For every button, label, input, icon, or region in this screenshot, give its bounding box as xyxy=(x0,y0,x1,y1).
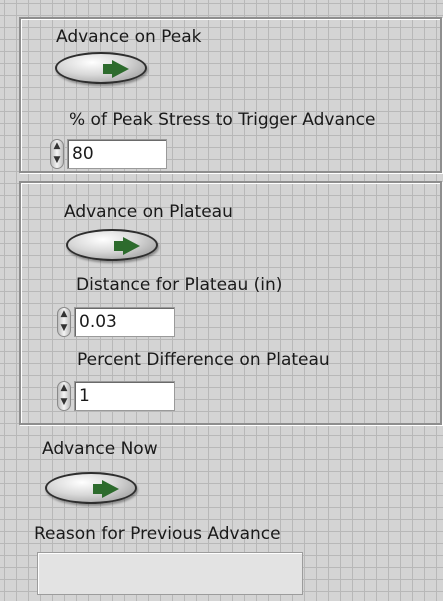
plateau-distance-label: Distance for Plateau (in) xyxy=(76,275,283,295)
up-down-arrows-icon[interactable]: ▲ ▼ xyxy=(57,307,71,337)
green-right-arrow-icon xyxy=(93,480,119,498)
peak-stress-trigger-label: % of Peak Stress to Trigger Advance xyxy=(69,110,376,130)
advance-on-plateau-label: Advance on Plateau xyxy=(64,202,233,222)
front-panel: Advance on Peak % of Peak Stress to Trig… xyxy=(0,0,443,601)
plateau-percent-difference-label: Percent Difference on Plateau xyxy=(77,350,330,370)
advance-on-peak-toggle[interactable] xyxy=(55,52,147,84)
previous-advance-reason-indicator xyxy=(37,552,303,595)
plateau-percent-difference-field[interactable]: 1 xyxy=(74,381,175,411)
advance-on-plateau-toggle[interactable] xyxy=(66,229,158,261)
advance-on-peak-label: Advance on Peak xyxy=(56,27,202,47)
up-down-arrows-icon[interactable]: ▲ ▼ xyxy=(57,381,71,411)
peak-stress-trigger-field[interactable]: 80 xyxy=(67,139,167,169)
up-down-arrows-icon[interactable]: ▲ ▼ xyxy=(50,139,64,169)
previous-advance-reason-label: Reason for Previous Advance xyxy=(34,524,281,544)
green-right-arrow-icon xyxy=(103,60,129,78)
green-right-arrow-icon xyxy=(114,237,140,255)
plateau-distance-field[interactable]: 0.03 xyxy=(74,307,175,337)
advance-now-label: Advance Now xyxy=(42,439,158,459)
advance-now-toggle[interactable] xyxy=(45,472,137,504)
